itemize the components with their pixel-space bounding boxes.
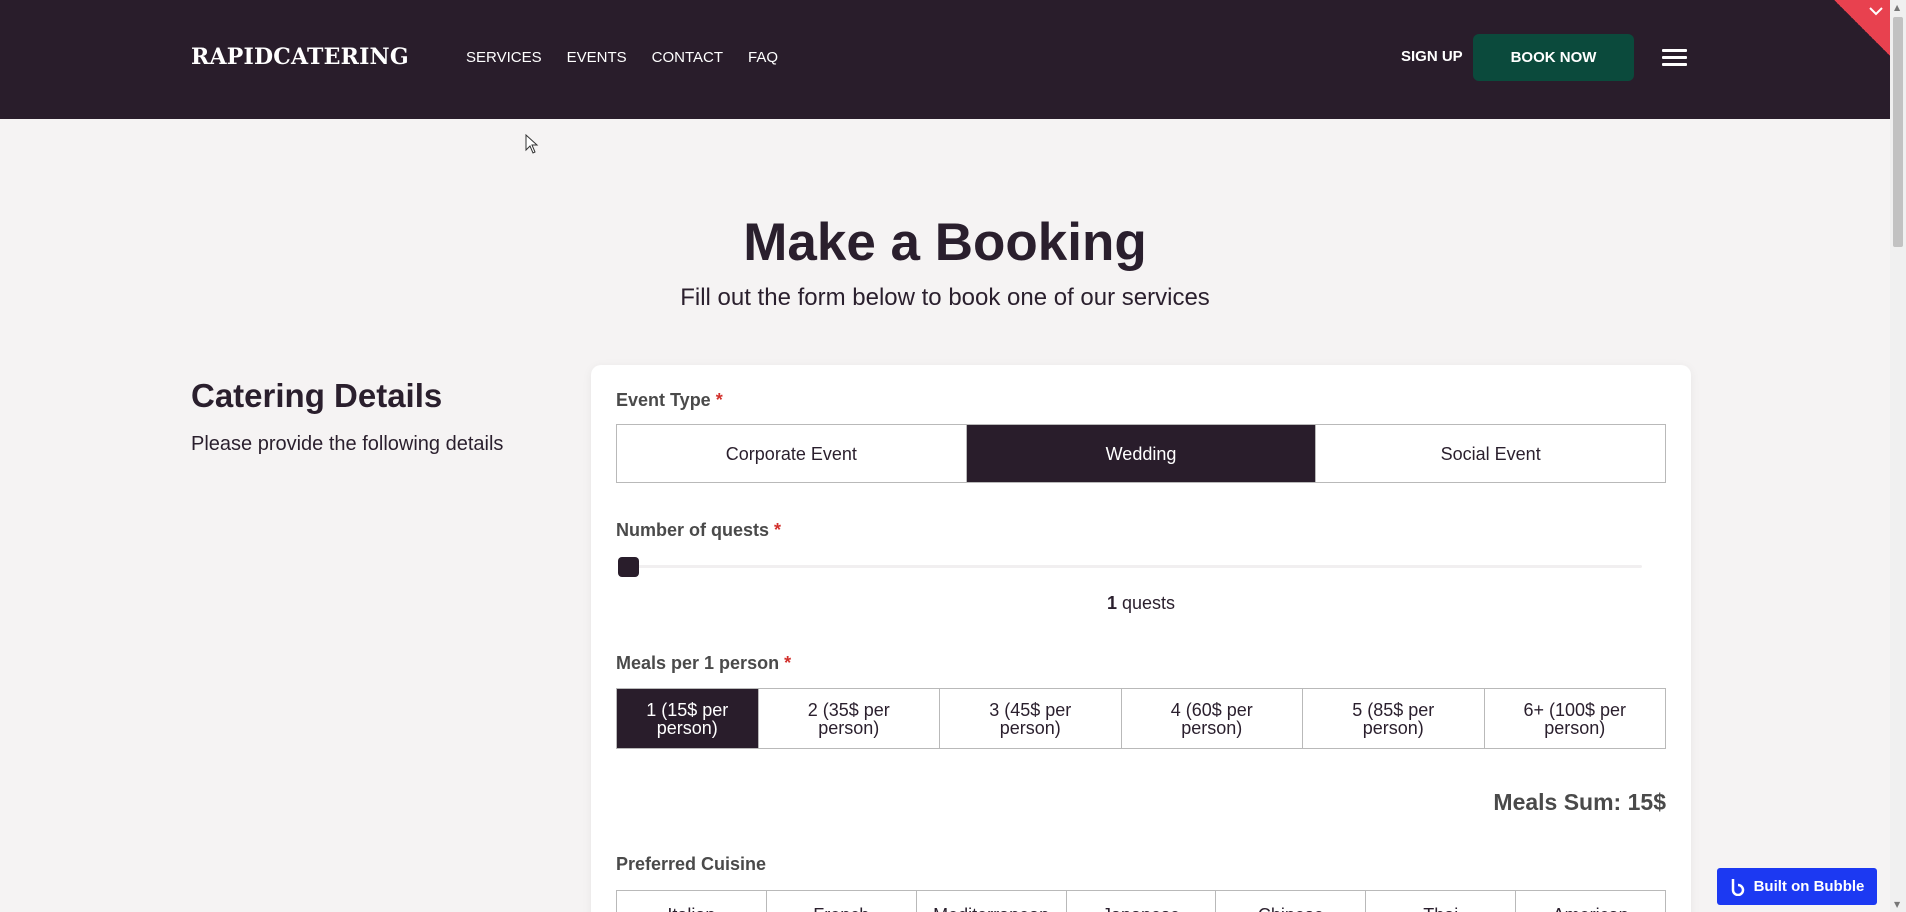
event-type-selector: Corporate Event Wedding Social Event — [616, 424, 1666, 483]
menu-icon[interactable] — [1662, 49, 1687, 66]
main-nav: SERVICES EVENTS CONTACT FAQ — [466, 49, 803, 66]
cuisine-option[interactable]: Italian — [617, 891, 767, 912]
nav-events[interactable]: EVENTS — [567, 49, 627, 66]
meals-option-1[interactable]: 1 (15$ per person) — [617, 689, 759, 748]
cuisine-option[interactable]: American — [1516, 891, 1665, 912]
page-subtitle: Fill out the form below to book one of o… — [680, 284, 1210, 311]
event-type-social[interactable]: Social Event — [1316, 425, 1666, 482]
cuisine-option[interactable]: French — [767, 891, 917, 912]
cuisine-label: Preferred Cuisine — [616, 854, 767, 874]
meals-option-3[interactable]: 3 (45$ per person) — [940, 689, 1122, 748]
cuisine-selector: Italian French Mediterranean Japanese Ch… — [616, 890, 1666, 912]
nav-contact[interactable]: CONTACT — [652, 49, 723, 66]
scroll-down-icon[interactable]: ▼ — [1894, 900, 1900, 909]
nav-services[interactable]: SERVICES — [466, 49, 542, 66]
cuisine-option[interactable]: Chinese — [1216, 891, 1367, 912]
guests-value: 1 quests — [1106, 593, 1176, 613]
page-title: Make a Booking — [743, 213, 1147, 272]
cuisine-option[interactable]: Mediterranean — [917, 891, 1067, 912]
built-on-bubble-badge[interactable]: Built on Bubble — [1717, 868, 1877, 905]
meals-sum: Meals Sum: 15$ — [1493, 789, 1666, 815]
scrollbar[interactable]: ▲ ▼ — [1890, 0, 1906, 912]
meals-option-5[interactable]: 5 (85$ per person) — [1303, 689, 1485, 748]
event-type-label: Event Type * — [616, 390, 723, 410]
event-type-corporate[interactable]: Corporate Event — [617, 425, 967, 482]
cuisine-option[interactable]: Thai — [1366, 891, 1517, 912]
cuisine-option[interactable]: Japanese — [1067, 891, 1217, 912]
meals-option-4[interactable]: 4 (60$ per person) — [1121, 689, 1303, 748]
mouse-cursor-icon — [525, 134, 539, 154]
bubble-logo-icon — [1731, 878, 1744, 896]
booking-form-card: Event Type * Corporate Event Wedding Soc… — [591, 365, 1691, 912]
nav-faq[interactable]: FAQ — [748, 49, 778, 66]
guests-slider-handle[interactable] — [618, 557, 639, 577]
site-header: RAPIDCATERING SERVICES EVENTS CONTACT FA… — [0, 0, 1890, 119]
chevron-down-icon — [1869, 7, 1883, 16]
scrollbar-thumb[interactable] — [1893, 17, 1903, 247]
scroll-up-icon[interactable]: ▲ — [1894, 3, 1900, 12]
collapse-ribbon[interactable] — [1834, 0, 1890, 56]
section-subtitle: Please provide the following details — [191, 433, 504, 455]
book-now-button[interactable]: BOOK NOW — [1473, 34, 1634, 81]
logo[interactable]: RAPIDCATERING — [191, 44, 409, 70]
meals-selector: 1 (15$ per person) 2 (35$ per person) 3 … — [616, 688, 1666, 749]
event-type-wedding[interactable]: Wedding — [966, 425, 1317, 482]
meals-label: Meals per 1 person * — [616, 653, 792, 673]
meals-option-6[interactable]: 6+ (100$ per person) — [1484, 689, 1665, 748]
guests-slider-track[interactable] — [627, 565, 1642, 568]
guests-label: Number of quests * — [616, 520, 782, 540]
section-title: Catering Details — [191, 377, 443, 414]
signup-link[interactable]: SIGN UP — [1401, 48, 1463, 65]
meals-option-2[interactable]: 2 (35$ per person) — [758, 689, 940, 748]
